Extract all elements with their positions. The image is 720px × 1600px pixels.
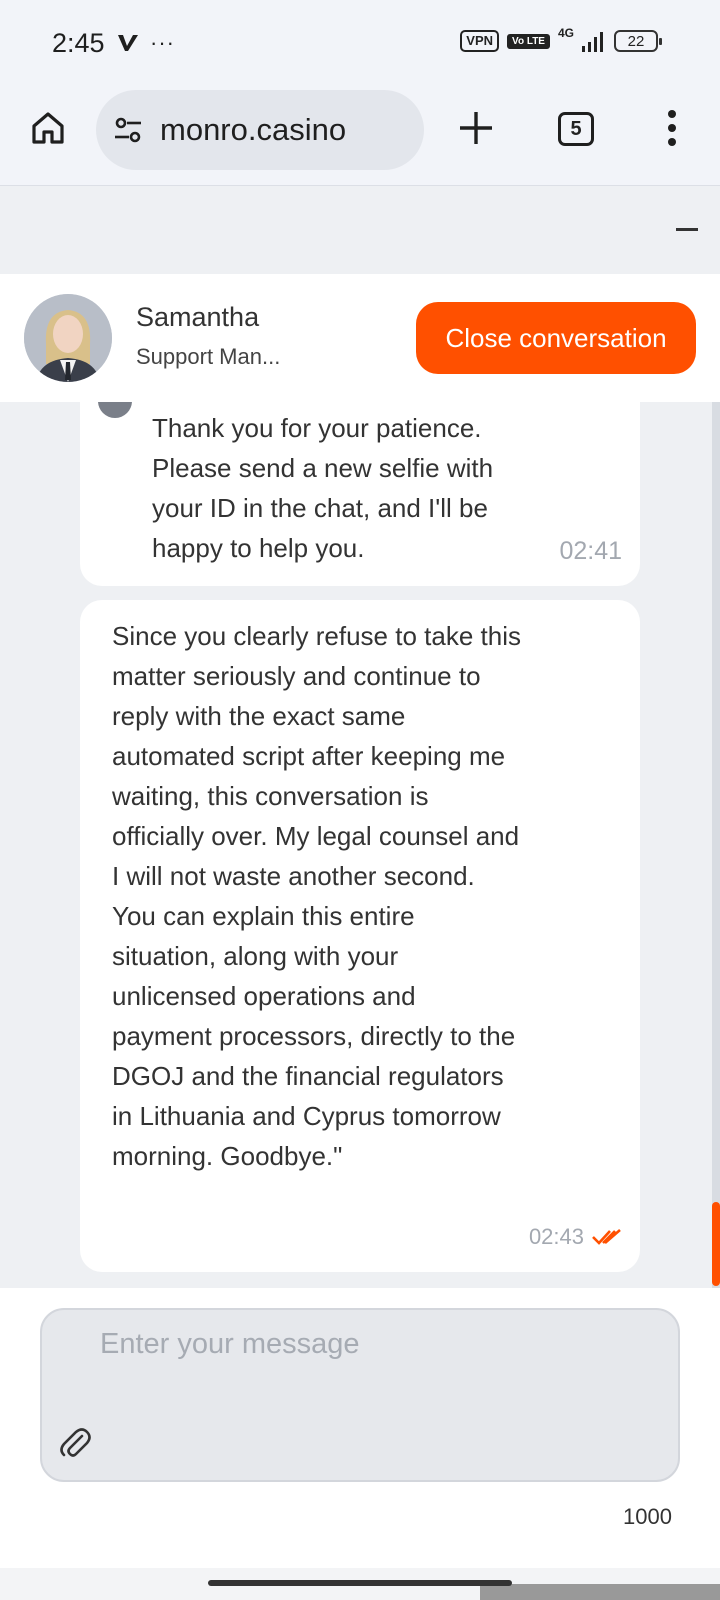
char-limit: 1000 xyxy=(623,1504,672,1529)
status-bar: 2:45 ··· VPN Vo LTE 4G 22 xyxy=(0,0,720,88)
agent-mini-avatar xyxy=(98,402,132,418)
network-type: 4G xyxy=(557,26,574,40)
browser-toolbar: monro.casino 5 xyxy=(0,88,720,186)
battery-icon: 22 xyxy=(614,30,662,52)
paperclip-icon[interactable] xyxy=(58,1426,92,1460)
message-time: 02:43 xyxy=(528,1224,584,1249)
home-icon[interactable] xyxy=(28,108,68,148)
volte-icon: Vo LTE xyxy=(507,33,550,49)
message-input[interactable] xyxy=(100,1328,660,1428)
chat-header: Samantha Support Man... Close conversati… xyxy=(0,274,720,402)
nav-shadow xyxy=(480,1584,720,1600)
signal-icon xyxy=(582,32,603,52)
agent-name: Samantha xyxy=(136,302,260,332)
address-bar[interactable]: monro.casino xyxy=(96,90,424,170)
home-gesture-bar[interactable] xyxy=(208,1580,512,1586)
message-text: Thank you for your patience. Please send… xyxy=(152,413,494,563)
message-list[interactable]: Thank you for your patience. Please send… xyxy=(0,402,720,1288)
url-text: monro.casino xyxy=(160,112,347,147)
more-notifications-icon: ··· xyxy=(150,30,175,55)
message-time: 02:41 xyxy=(559,537,622,565)
read-receipt-icon xyxy=(592,1229,621,1245)
message-input-box[interactable] xyxy=(40,1308,680,1482)
minimize-icon[interactable] xyxy=(676,228,698,231)
agent-role: Support Man... xyxy=(136,344,281,369)
system-nav-bar xyxy=(0,1568,720,1600)
site-settings-icon[interactable] xyxy=(112,114,144,146)
message-bubble-agent: Thank you for your patience. Please send… xyxy=(80,402,640,586)
tab-switcher-button[interactable]: 5 xyxy=(558,112,594,146)
composer: 1000 xyxy=(0,1288,720,1568)
scrollbar-thumb[interactable] xyxy=(712,1202,720,1286)
message-scrollbar[interactable] xyxy=(712,402,720,1288)
chat-widget-top xyxy=(0,186,720,274)
app-notification-icon xyxy=(118,35,138,51)
more-menu-icon[interactable] xyxy=(660,108,684,148)
agent-avatar xyxy=(24,294,112,382)
message-bubble-user: Since you clearly refuse to take this ma… xyxy=(80,600,640,1272)
message-text: Since you clearly refuse to take this ma… xyxy=(112,621,521,1171)
vpn-icon: VPN xyxy=(460,30,500,52)
status-time: 2:45 xyxy=(52,28,105,58)
close-conversation-button[interactable]: Close conversation xyxy=(416,302,696,374)
new-tab-icon[interactable] xyxy=(456,108,496,148)
